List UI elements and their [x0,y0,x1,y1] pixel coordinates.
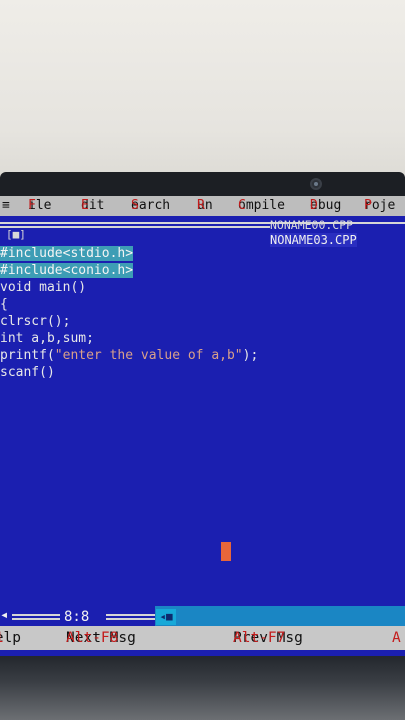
hint-prev-msg[interactable]: Alt-F7 Prev Msg [233,626,303,650]
menu-project[interactable]: Proje [364,196,395,216]
menu-search[interactable]: Search [131,196,170,216]
mouse-cursor-block [221,542,231,561]
window-title-noname00[interactable]: NONAME00.CPP [270,218,353,232]
ide-screen: ≡ File Edit Search Run Compile Debug Pro… [0,196,405,660]
webcam-icon [310,178,322,190]
laptop-bezel-top [0,172,405,198]
code-line-4[interactable]: { [0,296,8,313]
menu-bar: ≡ File Edit Search Run Compile Debug Pro… [0,196,405,216]
menu-compile[interactable]: Compile [238,196,285,216]
menu-edit[interactable]: Edit [81,196,104,216]
hint-next-msg[interactable]: Alt-F8 Next Msg [66,626,136,650]
frame-line-left [12,614,60,620]
window-frame-top-inner [0,226,270,228]
menu-run[interactable]: Run [197,196,213,216]
status-line: ◂ 8:8 ◂■ [0,606,405,628]
window-close-box[interactable]: [■] [6,228,34,241]
code-line-2[interactable]: #include<conio.h> [0,262,134,279]
hint-help[interactable]: F1 Help [0,626,21,650]
code-line-3[interactable]: void main() [0,279,86,296]
code-line-7[interactable]: printf("enter the value of a,b"); [0,347,258,364]
code-line-6[interactable]: int a,b,sum; [0,330,94,347]
code-line-8[interactable]: scanf() [0,364,55,381]
code-line-1[interactable]: #include<stdio.h> [0,245,134,262]
menu-debug[interactable]: Debug [310,196,341,216]
code-line-5[interactable]: clrscr(); [0,313,70,330]
background-wall [0,0,405,185]
system-menu-icon[interactable]: ≡ [2,196,10,216]
menu-file[interactable]: File [28,196,51,216]
horizontal-scrollbar[interactable] [155,606,405,628]
laptop-bezel-bottom [0,656,405,720]
resize-arrow-icon[interactable]: ◂ [0,607,8,623]
frame-line-right [106,614,156,620]
cursor-position: 8:8 [64,609,90,625]
scrollbar-thumb[interactable]: ◂■ [156,609,176,625]
window-title-noname03[interactable]: NONAME03.CPP [270,233,357,247]
hint-bar: F1 Help Alt-F8 Next Msg Alt-F7 Prev Msg … [0,626,405,650]
